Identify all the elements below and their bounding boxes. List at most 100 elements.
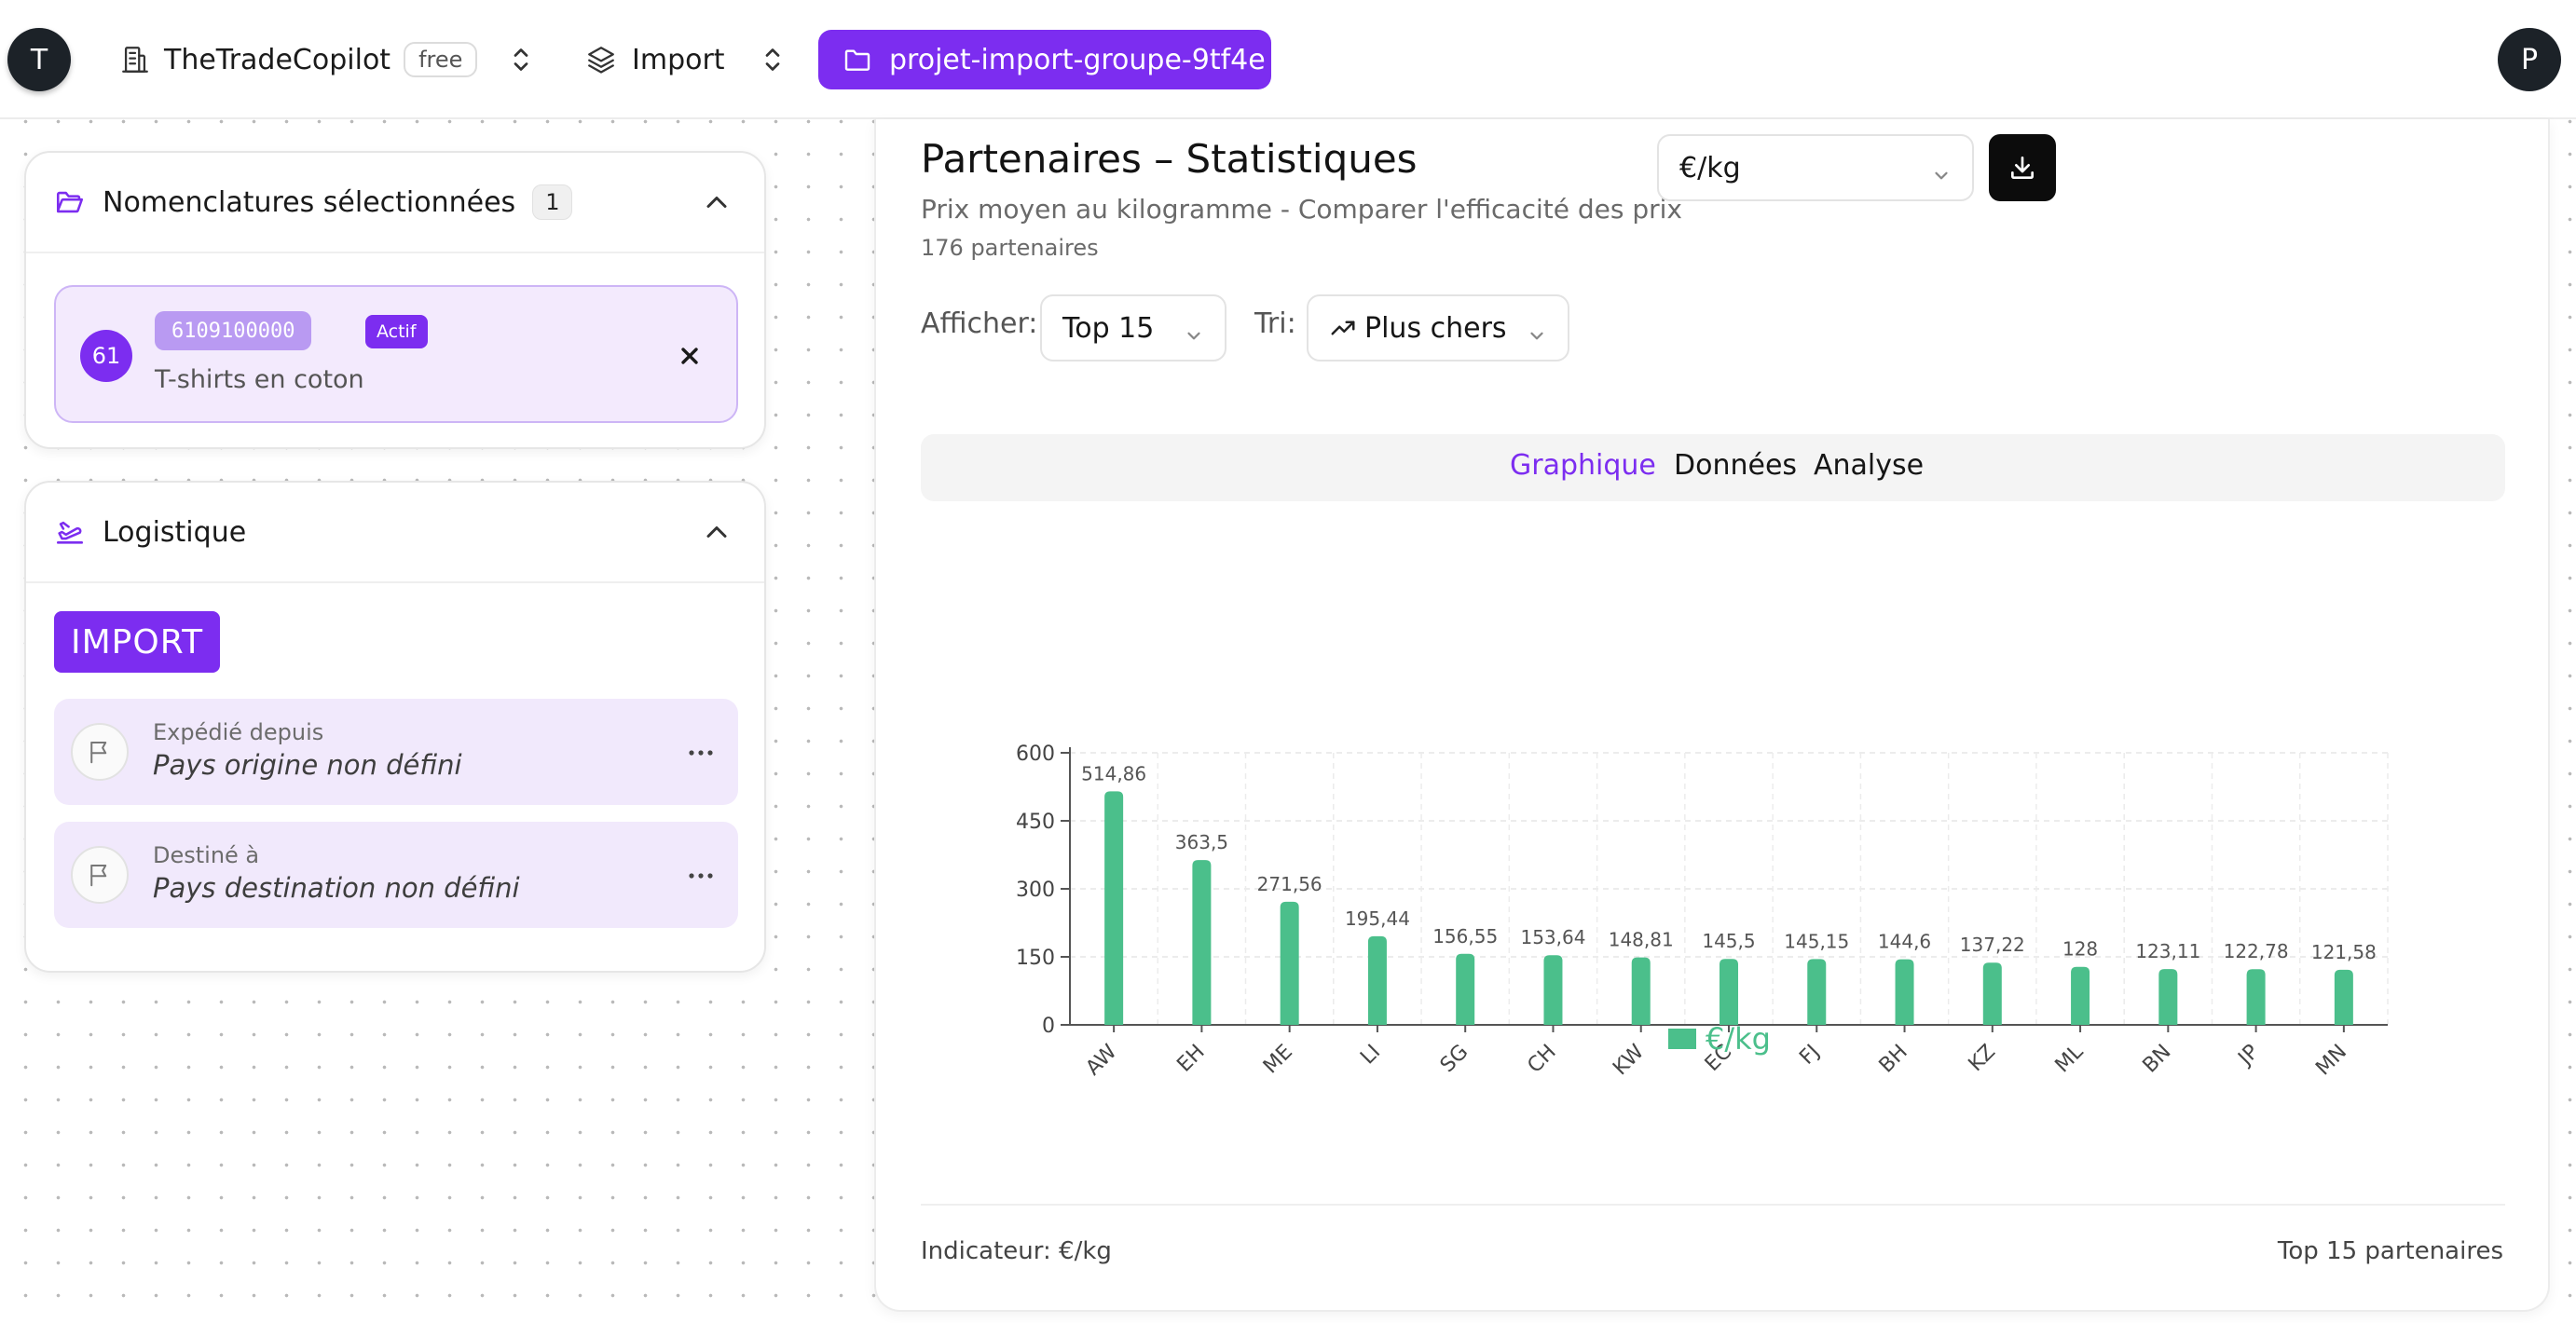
footer-indicator: Indicateur: €/kg [921,1237,1112,1265]
x-tick-label: CH [1523,1041,1560,1078]
y-tick-label: 600 [1016,743,1055,766]
bar-li [1367,935,1387,1025]
x-tick-label: MN [2311,1041,2351,1081]
x-tick-label: AW [1082,1040,1122,1080]
nomenclatures-card: Nomenclatures sélectionnées 1 61 6109100… [24,151,766,449]
data-label: 153,64 [1520,926,1585,948]
layers-icon [585,44,617,75]
plane-departure-icon [54,516,86,548]
chevron-down-icon [1931,160,1952,193]
data-label: 148,81 [1609,929,1674,951]
nomenclatures-header[interactable]: Nomenclatures sélectionnées 1 [26,153,764,253]
x-tick-label: ME [1259,1041,1297,1079]
bar-bn [2158,969,2178,1025]
chevron-down-icon [1184,321,1204,353]
bar-ml [2071,966,2090,1025]
download-button[interactable] [1989,134,2056,201]
nomenclature-code: 6109100000 [155,311,312,350]
y-tick-label: 450 [1016,811,1055,834]
org-switcher[interactable]: TheTradeCopilot free [119,34,478,86]
bar-me [1280,901,1299,1025]
bar-ec [1720,959,1738,1025]
building-icon [119,44,151,75]
x-tick-label: BH [1875,1041,1912,1078]
mode-switcher[interactable]: Import [585,34,725,86]
display-select[interactable]: Top 15 [1040,294,1226,361]
sort-label: Tri: [1254,307,1296,340]
bar-ch [1543,955,1563,1025]
indicator-select[interactable]: €/kg [1657,134,1974,201]
y-tick-label: 150 [1016,947,1055,970]
data-label: 121,58 [2311,941,2377,963]
origin-label: Expédié depuis [153,719,324,745]
data-label: 123,11 [2135,940,2200,962]
bar-mn [2334,969,2353,1025]
tab-donnees[interactable]: Données [1674,449,1797,482]
x-tick-label: KW [1609,1040,1649,1080]
origin-row[interactable]: Expédié depuis Pays origine non défini [54,699,738,805]
folder-open-icon [54,186,86,218]
org-switch-chevrons-icon[interactable] [507,43,535,76]
plan-badge: free [404,42,478,77]
data-label: 271,56 [1257,873,1322,895]
sort-select-value: Plus chers [1364,311,1507,345]
tab-analyse[interactable]: Analyse [1814,449,1924,482]
top-bar: T TheTradeCopilot free Import projet-imp… [0,0,2576,119]
chapter-badge: 61 [80,330,132,382]
data-label: 128 [2062,938,2098,961]
more-options-icon[interactable] [688,866,714,884]
bar-aw [1104,791,1124,1025]
mode-switch-chevrons-icon[interactable] [759,43,787,76]
bar-sg [1456,953,1475,1025]
data-label: 363,5 [1175,831,1228,853]
chart-legend[interactable]: €/kg [1668,1021,1771,1057]
workspace-avatar[interactable]: T [7,28,71,91]
project-button[interactable]: projet-import-groupe-9tf4e [818,30,1271,89]
collapse-chevron-up-icon[interactable] [703,188,731,220]
legend-label: €/kg [1706,1021,1771,1057]
org-name: TheTradeCopilot [164,43,391,76]
logistics-header[interactable]: Logistique [26,483,764,583]
x-tick-label: BN [2139,1041,2176,1078]
x-tick-label: FJ [1795,1041,1824,1070]
destination-label: Destiné à [153,842,260,868]
status-badge: Actif [365,315,428,348]
bar-fj [1807,959,1827,1025]
destination-value: Pays destination non défini [153,872,520,904]
logistics-title: Logistique [103,515,247,549]
data-label: 137,22 [1960,934,2025,956]
download-icon [2007,153,2037,183]
nomenclature-description: T-shirts en coton [155,365,364,394]
folder-icon [843,45,872,75]
x-tick-label: LI [1356,1041,1385,1070]
data-label: 156,55 [1432,925,1498,948]
more-options-icon[interactable] [688,743,714,761]
collapse-chevron-up-icon[interactable] [703,518,731,550]
x-tick-label: SG [1436,1041,1473,1078]
y-tick-label: 300 [1016,879,1055,902]
bar-jp [2246,969,2266,1025]
flow-type-badge: IMPORT [54,611,221,673]
trending-up-icon [1329,314,1357,342]
panel-subtitle: Prix moyen au kilogramme - Comparer l'ef… [921,194,1682,225]
bar-eh [1192,860,1212,1025]
nomenclatures-count-badge: 1 [532,184,573,220]
x-tick-label: JP [2233,1041,2264,1071]
data-label: 195,44 [1345,907,1410,930]
logistics-card: Logistique IMPORT Expédié depuis Pays or… [24,481,766,973]
origin-value: Pays origine non défini [153,749,462,781]
nomenclatures-title: Nomenclatures sélectionnées [103,185,516,219]
sort-select[interactable]: Plus chers [1307,294,1569,361]
bar-kw [1631,957,1651,1025]
panel-title: Partenaires – Statistiques [921,136,1418,182]
project-name: projet-import-groupe-9tf4e [889,43,1266,76]
user-avatar[interactable]: P [2498,28,2561,91]
nomenclature-item[interactable]: 61 6109100000 Actif T-shirts en coton [54,285,738,423]
destination-row[interactable]: Destiné à Pays destination non défini [54,822,738,928]
tab-graphique[interactable]: Graphique [1510,449,1656,482]
footer-scope: Top 15 partenaires [2277,1237,2503,1265]
chevron-down-icon [1527,321,1547,353]
remove-nomenclature-close-icon[interactable] [677,343,703,373]
footer-divider [921,1204,2505,1206]
mode-label: Import [632,43,725,76]
